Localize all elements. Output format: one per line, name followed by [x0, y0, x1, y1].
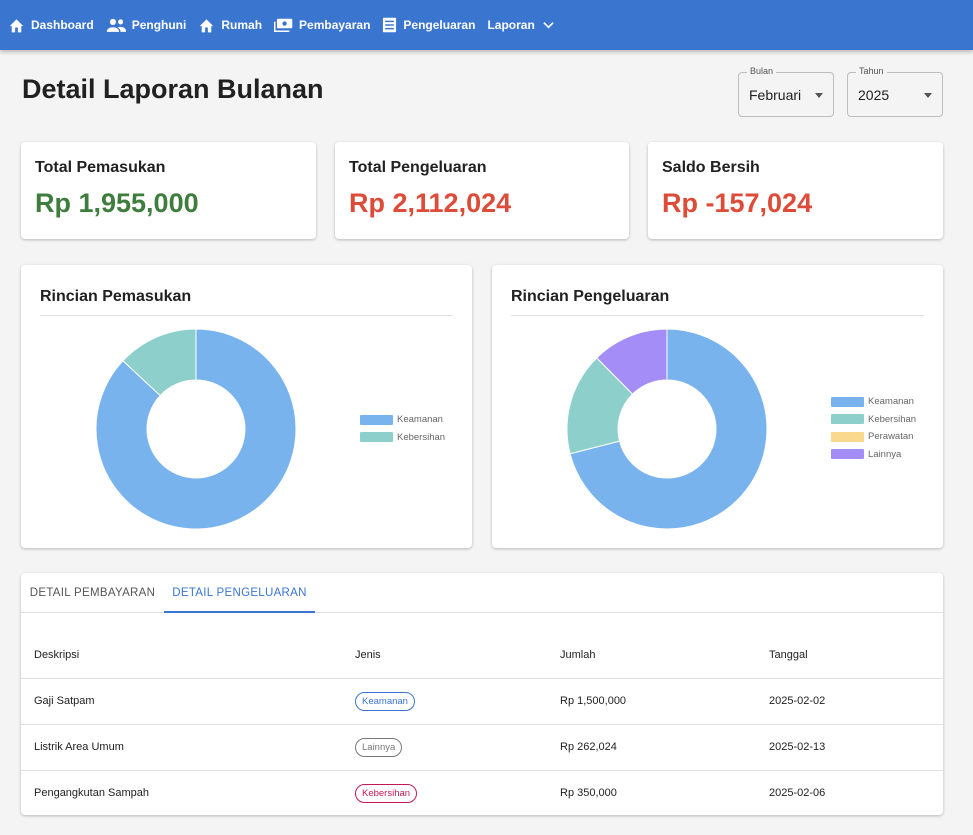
legend-item-lainnya[interactable]: Lainnya	[831, 446, 916, 464]
stat-card-income: Total Pemasukan Rp 1,955,000	[21, 142, 316, 239]
table-header-row: Deskripsi Jenis Jumlah Tanggal	[21, 632, 943, 679]
year-select-label: Tahun	[856, 66, 887, 76]
payments-icon	[274, 18, 293, 32]
expense-chart-legend: Keamanan Kebersihan Perawatan Lainnya	[831, 393, 916, 463]
nav-rumah[interactable]: Rumah	[198, 0, 262, 50]
detail-tabs: DETAIL PEMBAYARAN DETAIL PENGELUARAN	[21, 573, 943, 613]
cell-description: Gaji Satpam	[21, 678, 342, 725]
cell-description: Pengangkutan Sampah	[34, 787, 149, 800]
nav-dashboard-label: Dashboard	[31, 18, 94, 32]
table-row: Gaji Satpam Keamanan Rp 1,500,000 2025-0…	[21, 678, 943, 725]
legend-swatch	[831, 396, 864, 407]
cell-date: 2025-02-13	[756, 724, 943, 771]
receipt-icon	[382, 17, 397, 33]
cell-description: Listrik Area Umum	[21, 724, 342, 771]
income-donut-chart	[95, 328, 297, 530]
cell-type: Lainnya	[342, 724, 547, 771]
chart-card-expense: Rincian Pengeluaran Keamanan Kebersihan Pe…	[492, 265, 943, 548]
cell-amount: Rp 1,500,000	[547, 678, 756, 725]
tab-detail-pengeluaran[interactable]: DETAIL PENGELUARAN	[164, 573, 315, 613]
chevron-down-icon	[543, 21, 554, 29]
column-header-tanggal: Tanggal	[756, 632, 943, 679]
nav-pembayaran[interactable]: Pembayaran	[274, 0, 370, 50]
dropdown-arrow-icon	[924, 93, 932, 98]
stat-card-balance: Saldo Bersih Rp -157,024	[648, 142, 943, 239]
legend-label: Kebersihan	[397, 431, 446, 443]
stat-value: Rp -157,024	[662, 188, 813, 218]
type-chip: Lainnya	[355, 737, 403, 757]
legend-label: Keamanan	[868, 396, 914, 408]
top-navbar: Dashboard Penghuni Rumah Pembayaran Peng…	[0, 0, 973, 50]
tab-detail-pembayaran[interactable]: DETAIL PEMBAYARAN	[21, 573, 164, 613]
table-row: Pengangkutan Sampah Kebersihan Rp 350,00…	[21, 770, 943, 816]
nav-pembayaran-label: Pembayaran	[299, 18, 371, 32]
cell-type: Kebersihan	[342, 770, 547, 816]
legend-item-keamanan[interactable]: Keamanan	[831, 393, 916, 411]
stat-card-expense: Total Pengeluaran Rp 2,112,024	[335, 142, 629, 239]
legend-item-kebersihan[interactable]: Kebersihan	[831, 411, 916, 429]
chart-card-income: Rincian Pemasukan Keamanan Kebersihan	[21, 265, 472, 548]
nav-penghuni[interactable]: Penghuni	[106, 0, 187, 50]
legend-swatch	[360, 414, 393, 425]
stat-title: Total Pemasukan	[35, 159, 166, 176]
house-icon	[198, 18, 215, 33]
cell-date: 2025-02-06	[769, 787, 826, 800]
month-select[interactable]: Bulan Februari	[738, 66, 834, 117]
month-select-label: Bulan	[747, 66, 777, 76]
column-header-jumlah: Jumlah	[547, 632, 756, 679]
legend-item-perawatan[interactable]: Perawatan	[831, 428, 916, 446]
legend-swatch	[831, 449, 864, 460]
stat-value: Rp 1,955,000	[35, 188, 199, 218]
stat-title: Total Pengeluaran	[349, 159, 487, 176]
home-icon	[8, 18, 25, 33]
details-card: DETAIL PEMBAYARAN DETAIL PENGELUARAN Des…	[21, 573, 943, 815]
nav-pengeluaran[interactable]: Pengeluaran	[382, 0, 475, 50]
nav-laporan[interactable]: Laporan	[487, 0, 554, 50]
cell-amount: Rp 262,024	[547, 724, 756, 771]
year-select-value: 2025	[858, 87, 890, 103]
cell-amount: Rp 350,000	[560, 787, 617, 800]
legend-label: Keamanan	[397, 414, 443, 426]
nav-dashboard[interactable]: Dashboard	[8, 0, 94, 50]
nav-penghuni-label: Penghuni	[131, 18, 187, 32]
nav-pengeluaran-label: Pengeluaran	[403, 18, 476, 32]
income-chart-legend: Keamanan Kebersihan	[360, 411, 445, 446]
month-select-value: Februari	[749, 87, 802, 103]
stat-value: Rp 2,112,024	[349, 188, 512, 218]
legend-label: Perawatan	[868, 431, 914, 443]
table-row: Listrik Area Umum Lainnya Rp 262,024 202…	[21, 724, 943, 771]
legend-item-keamanan[interactable]: Keamanan	[360, 411, 445, 429]
column-header-jenis: Jenis	[342, 632, 547, 679]
legend-swatch	[831, 431, 864, 442]
type-chip: Keamanan	[355, 691, 415, 711]
type-chip: Kebersihan	[355, 783, 418, 803]
legend-swatch	[360, 432, 393, 443]
cell-date: 2025-02-02	[756, 678, 943, 725]
cell-type: Keamanan	[342, 678, 547, 725]
people-icon	[106, 18, 126, 32]
dropdown-arrow-icon	[815, 93, 823, 98]
year-select[interactable]: Tahun 2025	[847, 66, 943, 117]
legend-item-kebersihan[interactable]: Kebersihan	[360, 429, 445, 447]
nav-rumah-label: Rumah	[221, 18, 263, 32]
expense-table: Deskripsi Jenis Jumlah Tanggal Gaji Satp…	[21, 632, 943, 816]
legend-swatch	[831, 414, 864, 425]
page-title: Detail Laporan Bulanan	[22, 74, 324, 104]
stat-title: Saldo Bersih	[662, 159, 760, 176]
nav-laporan-label: Laporan	[487, 18, 535, 32]
legend-label: Kebersihan	[868, 413, 917, 425]
column-header-deskripsi: Deskripsi	[21, 632, 342, 679]
legend-label: Lainnya	[868, 448, 902, 460]
